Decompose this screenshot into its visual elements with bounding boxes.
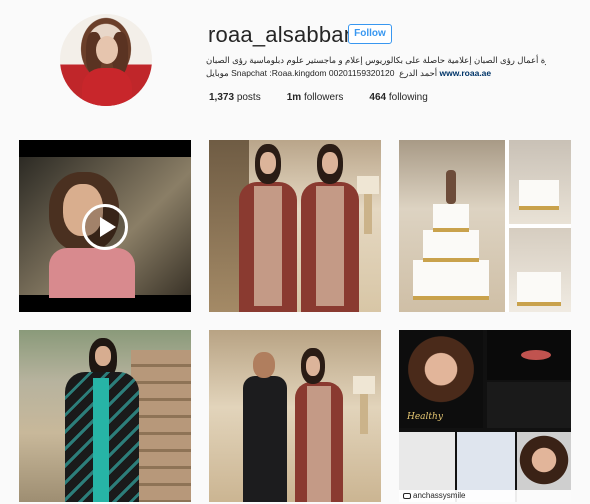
- stat-following[interactable]: 464 following: [369, 92, 427, 103]
- figure-dress: [316, 186, 344, 306]
- followers-label: followers: [303, 92, 344, 103]
- avatar-face: [96, 36, 118, 64]
- cake-tier-top: [433, 204, 469, 232]
- following-count: 464: [369, 92, 387, 103]
- post-tile-photo[interactable]: [209, 140, 381, 312]
- profile-avatar[interactable]: [60, 14, 152, 106]
- post-tile-photo[interactable]: Healthy anchassysmile: [399, 330, 571, 502]
- stat-posts: 1,373 posts: [209, 92, 261, 103]
- magazine-panel: [487, 382, 571, 428]
- subject-face: [95, 346, 111, 366]
- cake-tier-middle: [423, 230, 479, 262]
- profile-header: roaa_alsabban Follow إدارة أعمال رؤى الص…: [0, 0, 590, 130]
- profile-bio: إدارة أعمال رؤى الصبان إعلامية حاصلة على…: [206, 54, 546, 80]
- play-icon[interactable]: [82, 204, 128, 250]
- follow-button[interactable]: Follow: [348, 24, 392, 44]
- repost-username[interactable]: anchassysmile: [413, 491, 465, 500]
- cake-detail-top: [519, 180, 559, 210]
- post-tile-video[interactable]: [19, 140, 191, 312]
- rock-wall: [131, 350, 191, 502]
- cake-detail-bottom: [517, 272, 561, 306]
- cake-tier-bottom: [413, 260, 489, 300]
- woman-dress: [307, 386, 331, 502]
- lamp-base: [364, 194, 372, 234]
- profile-username: roaa_alsabban: [208, 22, 357, 47]
- man-head: [253, 352, 275, 378]
- figure-dress: [254, 186, 282, 306]
- stat-followers[interactable]: 1m followers: [287, 92, 344, 103]
- post-tile-photo[interactable]: [399, 140, 571, 312]
- figure-face: [322, 152, 338, 174]
- lamp-base: [360, 394, 368, 434]
- video-subject-shirt: [49, 248, 135, 298]
- bio-line-1: إدارة أعمال رؤى الصبان إعلامية حاصلة على…: [206, 55, 546, 65]
- man-suit: [243, 376, 287, 502]
- followers-count: 1m: [286, 92, 302, 103]
- avatar-dress: [82, 68, 132, 106]
- woman-face: [306, 356, 320, 376]
- lips-closeup: [521, 350, 551, 360]
- following-label: following: [388, 92, 428, 103]
- repost-icon: [403, 493, 411, 499]
- post-tile-photo[interactable]: [209, 330, 381, 502]
- post-tile-photo[interactable]: [19, 330, 191, 502]
- subject-dress-panel: [93, 378, 109, 502]
- profile-website-link[interactable]: www.roaa.ae: [439, 68, 491, 78]
- bio-line-2-text: موبايل Snapchat :Roaa.kingdom 0020115932…: [206, 68, 438, 78]
- posts-count: 1,373: [209, 92, 235, 103]
- bio-line-2: موبايل Snapchat :Roaa.kingdom 0020115932…: [206, 67, 546, 80]
- lamp-shade: [353, 376, 375, 394]
- repost-credit: anchassysmile: [399, 490, 571, 502]
- lamp-shade: [357, 176, 379, 194]
- cake-topper: [446, 170, 456, 204]
- figure-face: [260, 152, 276, 174]
- posts-label: posts: [236, 92, 261, 103]
- magazine-title: Healthy: [407, 412, 443, 422]
- profile-stats: 1,373 posts 1m followers 464 following: [209, 92, 428, 103]
